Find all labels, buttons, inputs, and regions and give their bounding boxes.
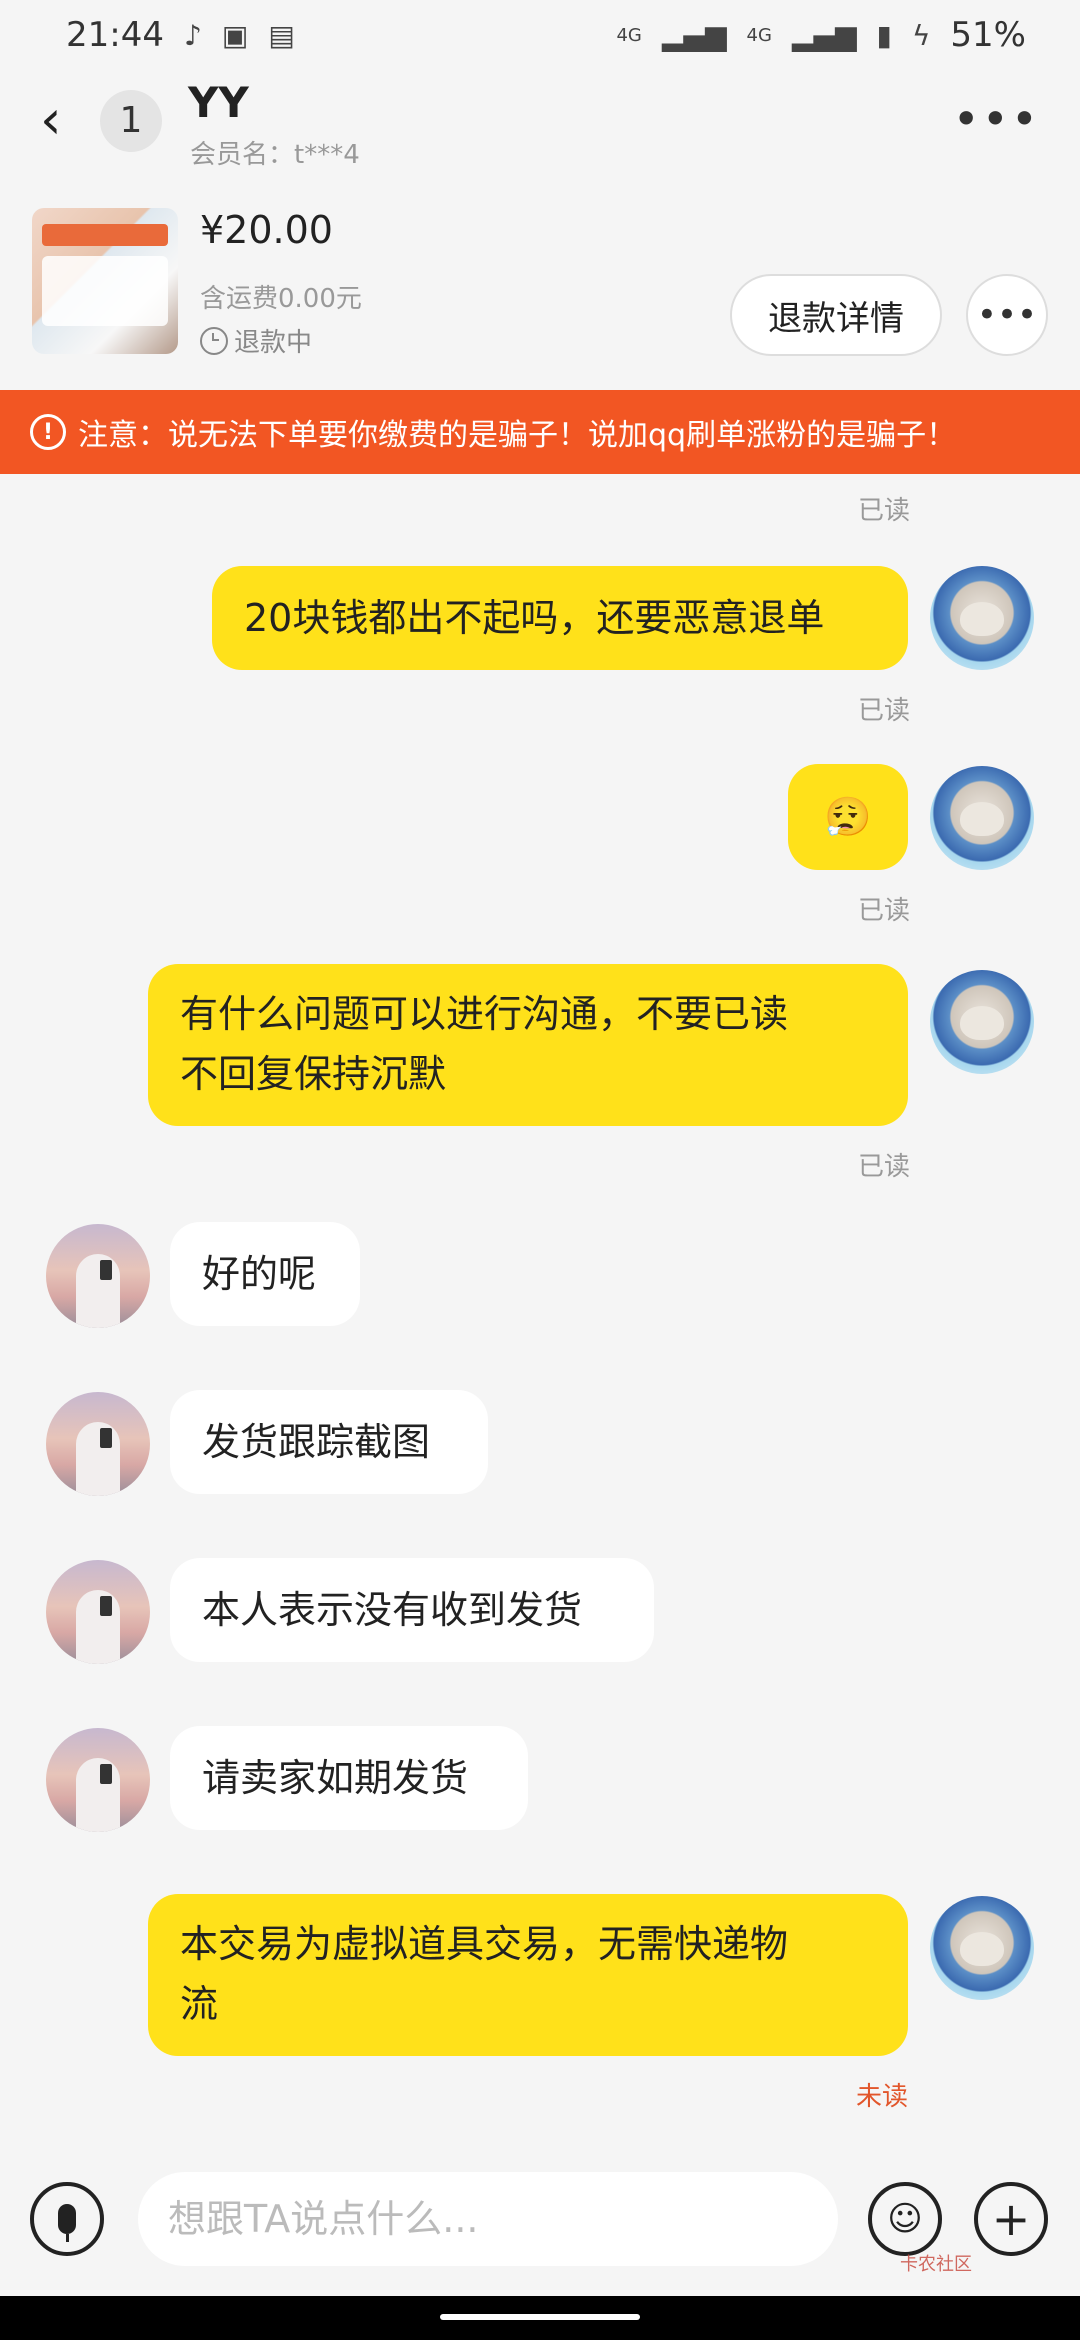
warning-text: 注意：说无法下单要你缴费的是骗子！说加qq刷单涨粉的是骗子！ (78, 418, 957, 453)
more-options-icon[interactable]: ••• (953, 92, 1040, 146)
microphone-icon (58, 2204, 76, 2242)
refund-detail-button[interactable]: 退款详情 (730, 274, 942, 356)
message-bubble-sent[interactable]: 本交易为虚拟道具交易，无需快递物 流 (148, 1894, 908, 2056)
thumbnail-panel (42, 256, 168, 326)
message-bubble-emoji[interactable]: 😮‍💨 (788, 764, 908, 870)
signal-icon-2: ▂▄▆ (791, 18, 857, 52)
message-bubble-sent[interactable]: 有什么问题可以进行沟通，不要已读 不回复保持沉默 (148, 964, 908, 1126)
read-receipt: 已读 (858, 896, 911, 926)
contact-avatar[interactable] (46, 1392, 150, 1496)
battery-level: 51% (950, 15, 1026, 55)
status-time: 21:44 (66, 15, 164, 55)
shipping-fee: 含运费0.00元 (200, 284, 362, 314)
order-price: ¥20.00 (200, 208, 333, 252)
document-icon: ▤ (268, 18, 295, 52)
read-receipt: 已读 (858, 696, 911, 726)
contact-avatar[interactable] (46, 1560, 150, 1664)
unread-count-badge[interactable]: 1 (100, 90, 162, 152)
home-indicator[interactable] (440, 2314, 640, 2320)
message-bubble-sent[interactable]: 20块钱都出不起吗，还要恶意退单 (212, 566, 908, 670)
message-bubble-received[interactable]: 发货跟踪截图 (170, 1390, 488, 1494)
message-line: 有什么问题可以进行沟通，不要已读 (180, 992, 789, 1036)
warning-banner: ! 注意：说无法下单要你缴费的是骗子！说加qq刷单涨粉的是骗子！ (0, 390, 1080, 474)
order-more-button[interactable]: ••• (966, 274, 1048, 356)
message-bubble-received[interactable]: 好的呢 (170, 1222, 360, 1326)
message-line: 本交易为虚拟道具交易，无需快递物 (180, 1922, 789, 1966)
clock-icon (200, 326, 228, 355)
my-avatar[interactable] (930, 970, 1034, 1074)
order-card[interactable]: ¥20.00 含运费0.00元 退款中 退款详情 ••• (0, 186, 1080, 386)
back-icon[interactable]: ‹ (40, 90, 90, 150)
my-avatar[interactable] (930, 766, 1034, 870)
my-avatar[interactable] (930, 1896, 1034, 2000)
contact-name: YY (188, 78, 249, 127)
my-avatar[interactable] (930, 566, 1034, 670)
contact-avatar[interactable] (46, 1728, 150, 1832)
battery-icon: ▮ (876, 18, 892, 52)
gallery-icon: ▣ (221, 18, 249, 52)
message-input[interactable] (138, 2172, 838, 2266)
voice-input-button[interactable] (30, 2182, 104, 2256)
emoji-button[interactable]: ☺ (868, 2182, 942, 2256)
plus-icon: + (991, 2192, 1031, 2246)
product-thumbnail[interactable] (32, 208, 178, 354)
message-bubble-received[interactable]: 本人表示没有收到发货 (170, 1558, 654, 1662)
charging-icon: ϟ (911, 18, 931, 52)
system-nav-bar (0, 2296, 1080, 2340)
refund-status: 退款中 (200, 322, 312, 359)
thumbnail-banner (42, 224, 168, 246)
alert-icon: ! (30, 414, 66, 450)
read-receipt: 已读 (858, 1152, 911, 1182)
read-receipt: 已读 (858, 496, 911, 526)
network-4g-label-2: 4G (746, 24, 772, 46)
refund-status-text: 退款中 (234, 328, 313, 358)
status-bar: 21:44 ♪ ▣ ▤ 4G ▂▄▆ 4G ▂▄▆ ▮ ϟ 51% (0, 0, 1080, 70)
chat-header: ‹ 1 YY 会员名：t***4 ••• (0, 70, 1080, 170)
unread-receipt: 未读 (856, 2082, 909, 2112)
watermark: 卡农社区 (900, 2254, 972, 2275)
smiley-icon: ☺ (887, 2199, 923, 2239)
network-4g-label: 4G (616, 24, 642, 46)
message-line: 流 (180, 1982, 219, 2026)
member-name: 会员名：t***4 (190, 140, 360, 170)
tiktok-icon: ♪ (183, 18, 202, 52)
message-line: 不回复保持沉默 (180, 1052, 447, 1096)
signal-icon: ▂▄▆ (661, 18, 727, 52)
message-bubble-received[interactable]: 请卖家如期发货 (170, 1726, 528, 1830)
contact-avatar[interactable] (46, 1224, 150, 1328)
add-attachment-button[interactable]: + (974, 2182, 1048, 2256)
